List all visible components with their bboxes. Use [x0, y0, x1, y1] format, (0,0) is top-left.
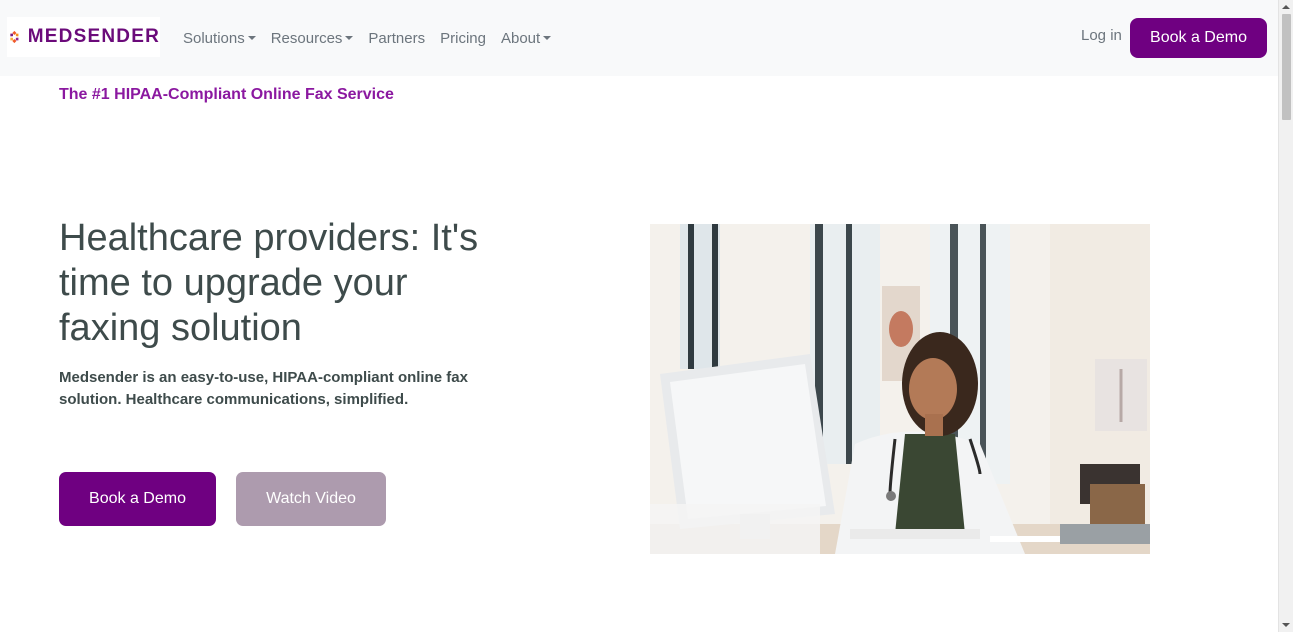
nav-item-about[interactable]: About [500, 28, 552, 48]
nav-item-label: Partners [368, 29, 426, 47]
scroll-down-icon[interactable] [1282, 623, 1290, 627]
nav-item-label: About [500, 29, 541, 47]
hero-headline: Healthcare providers: It's time to upgra… [59, 217, 479, 349]
nav-item-pricing[interactable]: Pricing [440, 28, 486, 48]
nav-book-demo-button[interactable]: Book a Demo [1130, 18, 1267, 58]
navbar: MEDSENDER Solutions Resources Partners P… [0, 0, 1278, 76]
book-demo-button[interactable]: Book a Demo [59, 472, 216, 526]
chevron-down-icon [247, 36, 256, 40]
nav-item-partners[interactable]: Partners [368, 28, 425, 48]
brand-logo-link[interactable]: MEDSENDER [7, 17, 160, 57]
chevron-down-icon [543, 36, 552, 40]
medsender-logo-icon [10, 30, 19, 44]
hero-tagline: The #1 HIPAA-Compliant Online Fax Servic… [59, 86, 394, 103]
login-link[interactable]: Log in [1081, 27, 1122, 44]
nav-menu: Solutions Resources Partners Pricing Abo… [183, 28, 566, 48]
nav-item-solutions[interactable]: Solutions [183, 28, 256, 48]
watch-video-button[interactable]: Watch Video [236, 472, 386, 526]
scrollbar-thumb[interactable] [1282, 14, 1291, 120]
nav-item-label: Resources [270, 29, 343, 47]
nav-item-resources[interactable]: Resources [271, 28, 354, 48]
chevron-down-icon [345, 36, 354, 40]
nav-item-label: Pricing [440, 29, 486, 47]
brand-name: MEDSENDER [27, 26, 160, 47]
page-scrollbar[interactable] [1278, 0, 1293, 632]
hero-subtext: Medsender is an easy-to-use, HIPAA-compl… [59, 369, 468, 408]
page: MEDSENDER Solutions Resources Partners P… [0, 0, 1293, 632]
scroll-up-icon[interactable] [1282, 5, 1290, 9]
nav-item-label: Solutions [183, 29, 245, 47]
doctor-at-computer-photo [650, 224, 1150, 554]
